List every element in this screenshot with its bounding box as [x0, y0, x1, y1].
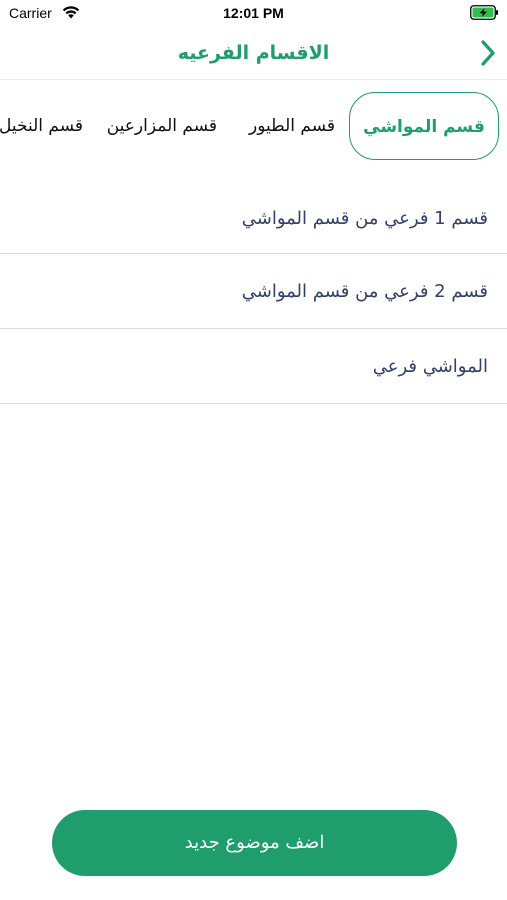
list-item[interactable]: قسم 1 فرعي من قسم المواشي: [0, 183, 507, 254]
chevron-right-icon: [481, 40, 495, 66]
status-bar: Carrier 12:01 PM: [0, 0, 507, 28]
subcategory-list: قسم 1 فرعي من قسم المواشي قسم 2 فرعي من …: [0, 183, 507, 404]
navigation-bar: الاقسام الفرعيه: [0, 28, 507, 80]
battery-charging-icon: [470, 5, 498, 20]
status-time: 12:01 PM: [223, 5, 284, 21]
list-item[interactable]: قسم 2 فرعي من قسم المواشي: [0, 254, 507, 329]
tab-farmers[interactable]: قسم المزارعين: [107, 92, 217, 160]
category-tabs[interactable]: قسم المواشي قسم الطيور قسم المزارعين قسم…: [0, 92, 507, 160]
page-title: الاقسام الفرعيه: [177, 42, 330, 64]
tab-livestock[interactable]: قسم المواشي: [349, 92, 499, 160]
tab-palms[interactable]: قسم النخيل: [0, 92, 83, 160]
tab-birds[interactable]: قسم الطيور: [249, 92, 335, 160]
back-button[interactable]: [474, 38, 500, 68]
add-new-topic-button[interactable]: اضف موضوع جديد: [52, 810, 457, 876]
list-item[interactable]: المواشي فرعي: [0, 329, 507, 404]
